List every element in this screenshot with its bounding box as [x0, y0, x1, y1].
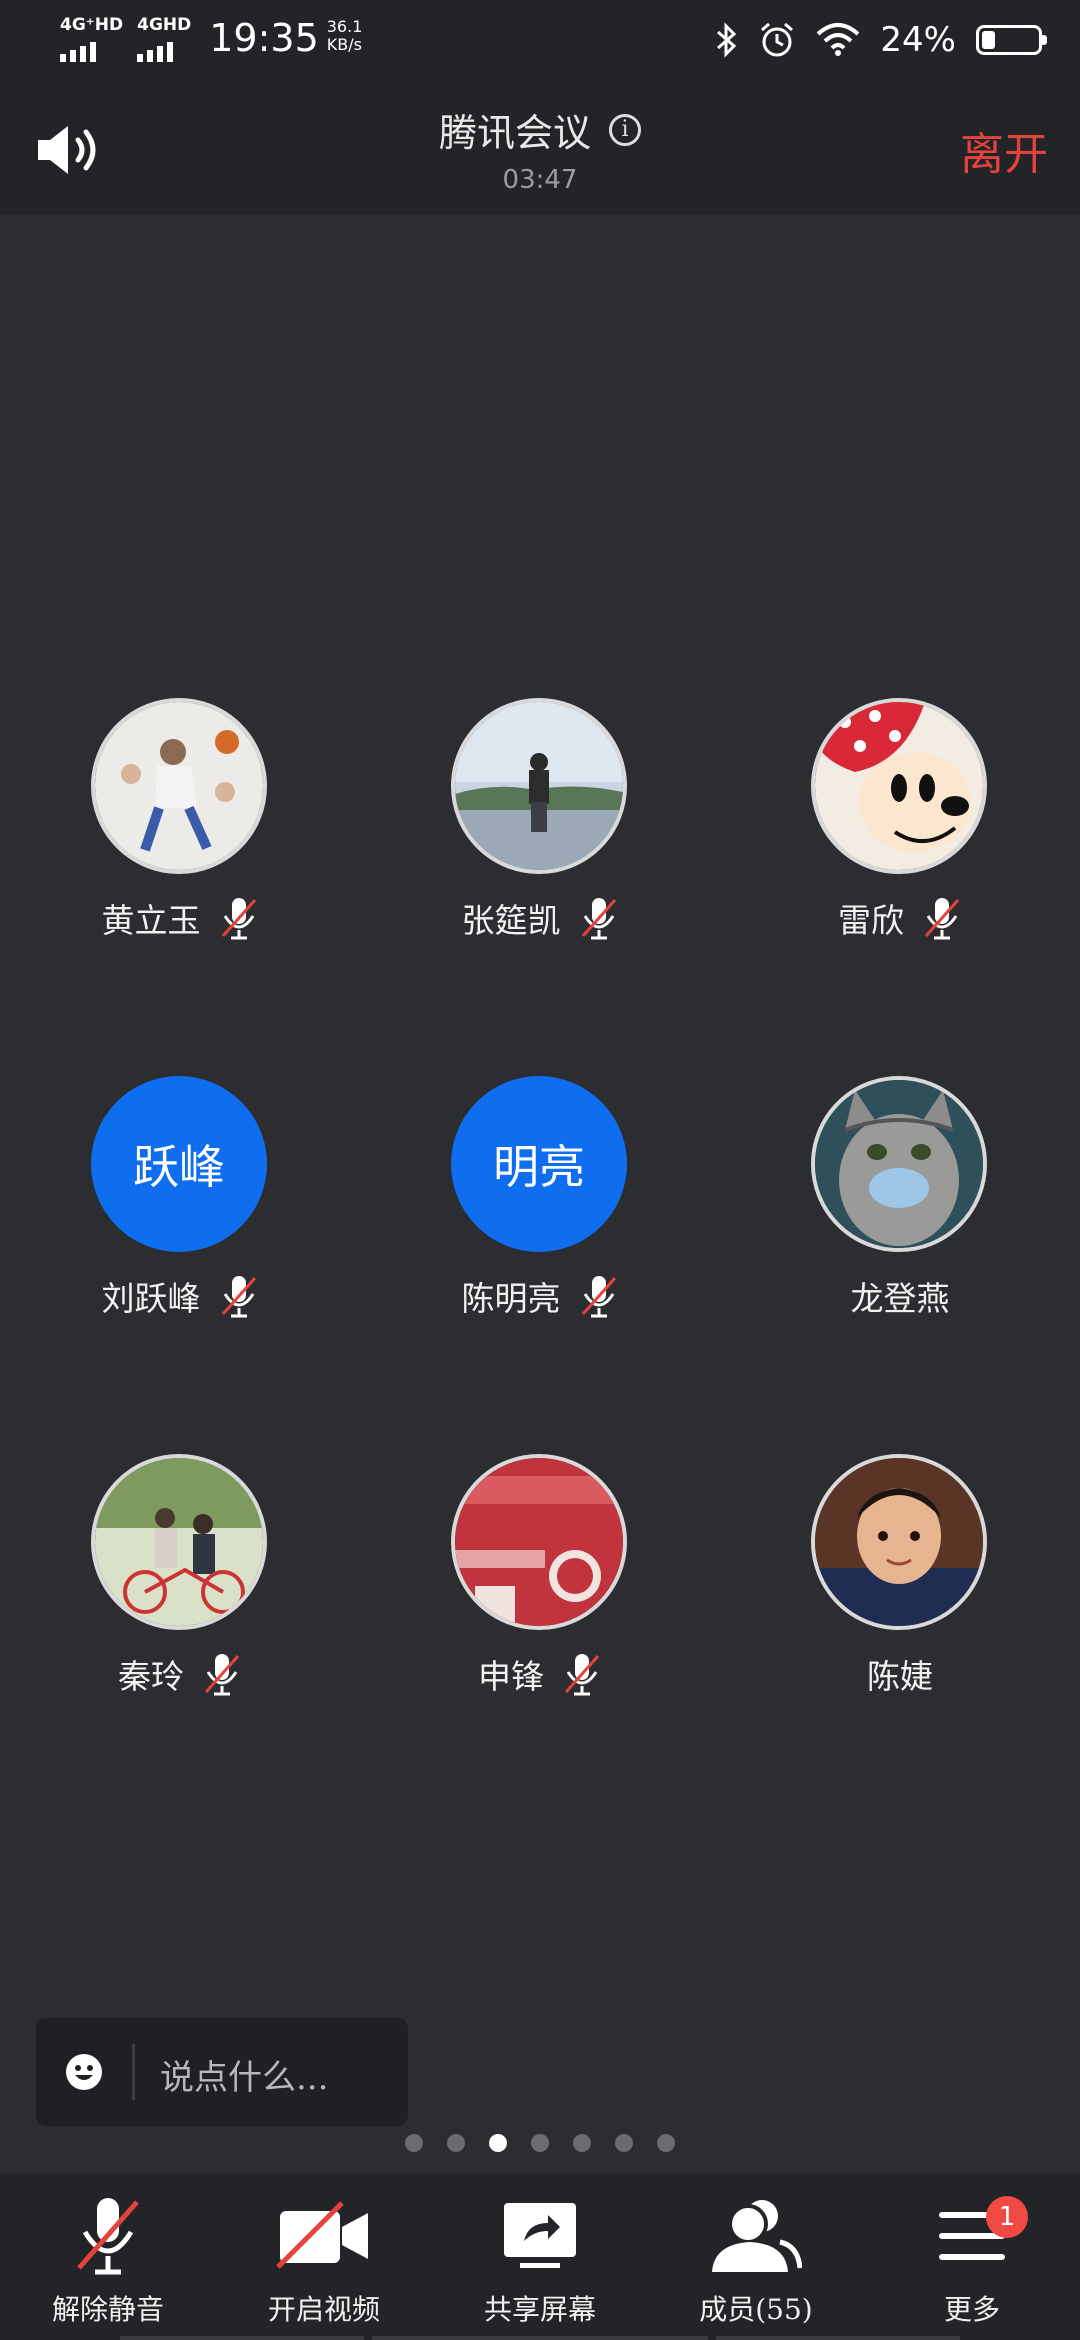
participant-tile[interactable]: 雷欣	[720, 698, 1080, 998]
avatar	[91, 698, 267, 874]
page-dot[interactable]	[447, 2134, 465, 2152]
chat-placeholder[interactable]: 说点什么...	[160, 2050, 328, 2099]
mic-muted-icon	[924, 898, 960, 940]
avatar	[451, 698, 627, 874]
participant-name: 张筵凯	[461, 901, 561, 940]
participant-name: 刘跃峰	[101, 1279, 201, 1318]
participant-name-row: 龙登燕	[720, 1272, 1080, 1320]
avatar	[811, 698, 987, 874]
battery-level	[982, 31, 995, 49]
network-2-label: 4GHD	[137, 15, 192, 35]
bluetooth-icon	[717, 22, 737, 58]
speed-unit: KB/s	[326, 35, 362, 54]
mic-muted-icon	[581, 1276, 616, 1318]
participant-name-row: 刘跃峰	[0, 1272, 360, 1320]
signal-icon	[137, 36, 174, 62]
more-button[interactable]: 1 更多	[864, 2190, 1080, 2328]
unmute-button[interactable]: 解除静音	[0, 2190, 216, 2328]
mic-muted-icon	[221, 1276, 256, 1318]
start-video-button[interactable]: 开启视频	[216, 2190, 432, 2328]
participant-tile[interactable]: 龙登燕	[720, 1076, 1080, 1376]
mic-muted-icon	[204, 1654, 240, 1696]
avatar	[811, 1076, 987, 1252]
share-screen-label: 共享屏幕	[483, 2293, 596, 2326]
participant-name-row: 陈婕	[720, 1650, 1080, 1698]
participant-name-row: 雷欣	[720, 894, 1080, 942]
alarm-icon	[761, 22, 794, 57]
nav-indicator	[716, 2336, 960, 2340]
members-icon	[712, 2200, 802, 2272]
emoji-icon[interactable]	[64, 2052, 104, 2092]
divider	[132, 2044, 135, 2100]
meeting-header: 腾讯会议 i 03:47 离开	[0, 80, 1080, 215]
participant-name: 申锋	[478, 1657, 544, 1696]
page-dot[interactable]	[573, 2134, 591, 2152]
participant-tile[interactable]: 跃峰 刘跃峰	[0, 1076, 360, 1376]
participant-tile[interactable]: 张筵凯	[360, 698, 720, 998]
battery-percent: 24%	[880, 20, 956, 60]
network-speed: 36.1 KB/s	[327, 18, 363, 54]
mic-muted-icon	[221, 898, 256, 940]
participant-tile[interactable]: 黄立玉	[0, 698, 360, 998]
unmute-label: 解除静音	[51, 2293, 164, 2326]
participant-name: 陈婕	[867, 1657, 933, 1696]
participant-tile[interactable]: 明亮 陈明亮	[360, 1076, 720, 1376]
participant-name-row: 陈明亮	[360, 1272, 720, 1320]
status-left: 4G⁺HD 4GHD 19:35 36.1 KB/s	[60, 16, 362, 62]
meeting-timer: 03:47	[502, 165, 578, 195]
participant-name: 陈明亮	[461, 1279, 561, 1318]
page-dot[interactable]	[489, 2134, 507, 2152]
participant-tile[interactable]: 陈婕	[720, 1454, 1080, 1754]
avatar: 明亮	[451, 1076, 627, 1252]
speed-value: 36.1	[326, 17, 363, 36]
avatar	[91, 1454, 267, 1630]
more-label: 更多	[943, 2293, 1000, 2326]
share-screen-button[interactable]: 共享屏幕	[432, 2190, 648, 2328]
page-dot[interactable]	[615, 2134, 633, 2152]
share-screen-icon	[504, 2203, 576, 2268]
page-dot[interactable]	[657, 2134, 675, 2152]
participant-name: 雷欣	[838, 901, 904, 940]
page-indicator	[0, 2134, 1080, 2152]
participant-tile[interactable]: 秦玲	[0, 1454, 360, 1754]
leave-button[interactable]: 离开	[960, 118, 1048, 182]
bottom-toolbar: 解除静音 开启视频 共享屏幕 成员(55) 1 更多	[0, 2174, 1080, 2340]
info-icon[interactable]: i	[609, 113, 641, 146]
members-label: 成员(55)	[699, 2293, 813, 2326]
participant-name-row: 秦玲	[0, 1650, 360, 1698]
participant-name: 黄立玉	[101, 901, 201, 940]
participant-name: 秦玲	[118, 1657, 184, 1696]
participant-name: 龙登燕	[850, 1279, 950, 1318]
clock: 19:35	[209, 16, 319, 60]
participant-name-row: 张筵凯	[360, 894, 720, 942]
wifi-icon	[817, 23, 860, 56]
avatar: 跃峰	[91, 1076, 267, 1252]
mic-muted-icon	[77, 2198, 139, 2275]
participant-name-row: 黄立玉	[0, 894, 360, 942]
battery-icon	[976, 25, 1047, 55]
members-button[interactable]: 成员(55)	[648, 2190, 864, 2328]
start-video-label: 开启视频	[267, 2293, 380, 2326]
video-off-icon	[276, 2201, 368, 2269]
network-2: 4GHD	[137, 16, 191, 62]
avatar	[811, 1454, 987, 1630]
network-1: 4G⁺HD	[60, 16, 123, 62]
notification-badge: 1	[986, 2196, 1028, 2238]
mic-muted-icon	[564, 1654, 600, 1696]
page-dot[interactable]	[531, 2134, 549, 2152]
status-right: 24%	[714, 20, 1047, 60]
avatar	[451, 1454, 627, 1630]
chat-input[interactable]: 说点什么...	[36, 2018, 408, 2126]
mic-muted-icon	[581, 898, 616, 940]
nav-indicator	[120, 2336, 364, 2340]
status-bar: 4G⁺HD 4GHD 19:35 36.1 KB/s 24%	[0, 0, 1080, 80]
page-dot[interactable]	[405, 2134, 423, 2152]
signal-icon	[60, 36, 96, 62]
meeting-title[interactable]: 腾讯会议	[439, 102, 591, 157]
participant-tile[interactable]: 申锋	[360, 1454, 720, 1754]
network-1-label: 4G⁺HD	[60, 15, 124, 35]
title-block: 腾讯会议 i 03:47	[0, 102, 1080, 195]
nav-indicator	[372, 2336, 708, 2340]
participant-name-row: 申锋	[360, 1650, 720, 1698]
